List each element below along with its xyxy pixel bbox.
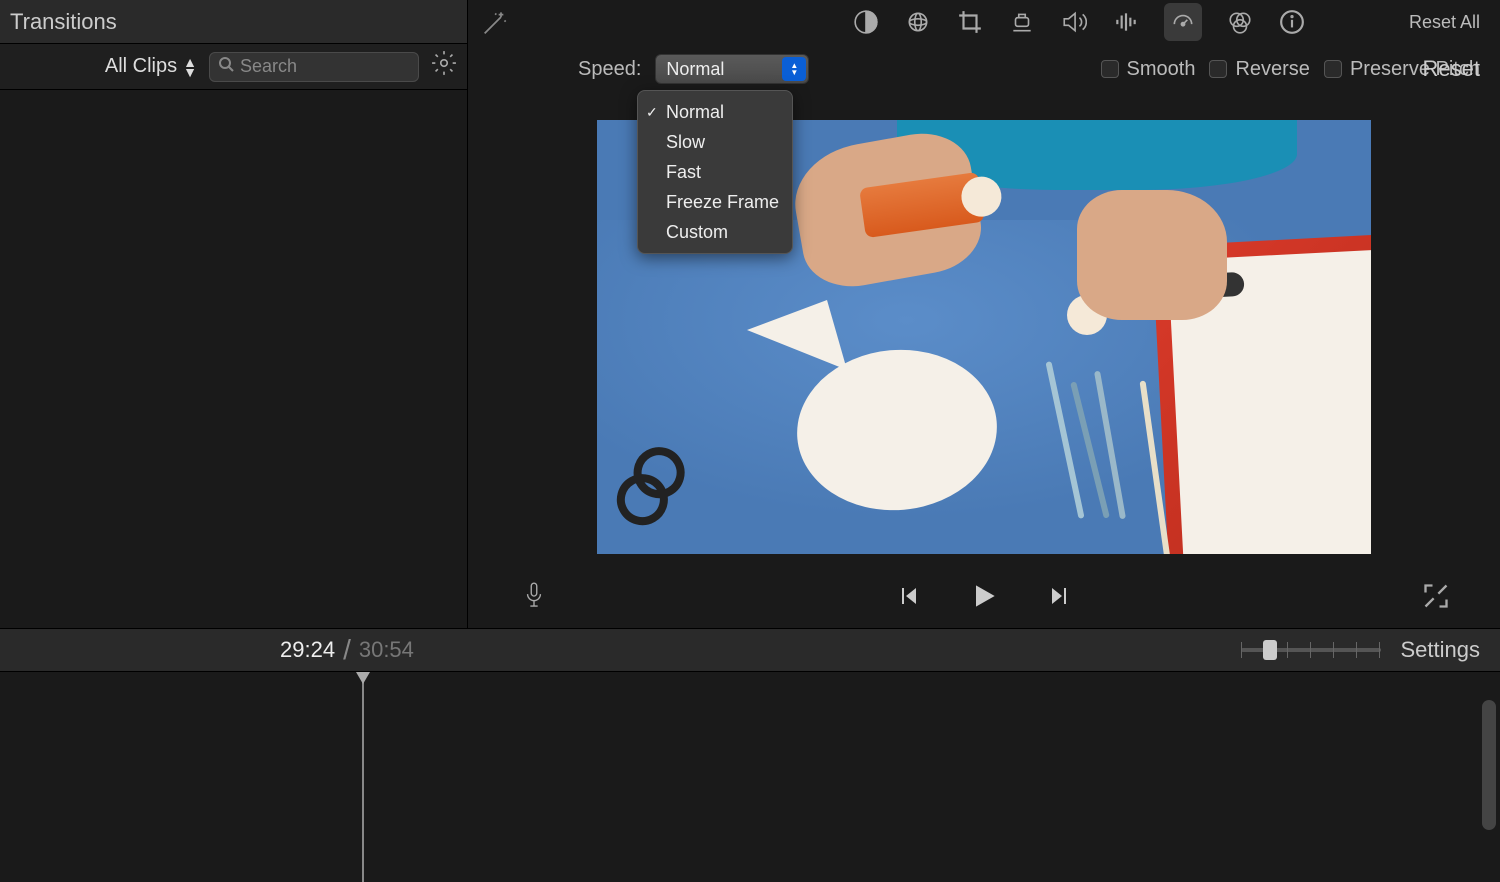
sidebar-header: Transitions	[0, 0, 467, 44]
settings-button[interactable]: Settings	[1401, 637, 1481, 663]
next-icon[interactable]	[1048, 584, 1072, 613]
vertical-scrollbar[interactable]	[1482, 700, 1496, 830]
speed-option-normal[interactable]: ✓ Normal	[638, 97, 792, 127]
speed-select[interactable]: Normal ▲▼	[655, 54, 809, 84]
playhead[interactable]	[362, 672, 364, 882]
speed-option-freeze[interactable]: Freeze Frame	[638, 187, 792, 217]
smooth-checkbox-group[interactable]: Smooth	[1101, 58, 1196, 81]
fullscreen-icon[interactable]	[1422, 582, 1450, 615]
zoom-thumb[interactable]	[1263, 640, 1277, 660]
gear-icon[interactable]	[431, 50, 457, 83]
sidebar-title: Transitions	[10, 9, 457, 35]
search-icon	[218, 56, 234, 77]
clips-filter-dropdown[interactable]: All Clips ▲▼	[105, 55, 197, 78]
speed-icon[interactable]	[1164, 3, 1202, 41]
smooth-label: Smooth	[1127, 58, 1196, 81]
timeline-area[interactable]	[0, 672, 1500, 882]
select-chevrons-icon: ▲▼	[782, 57, 806, 81]
previous-icon[interactable]	[896, 584, 920, 613]
reverse-label: Reverse	[1235, 58, 1309, 81]
speed-option-slow[interactable]: Slow	[638, 127, 792, 157]
zoom-slider[interactable]	[1241, 648, 1381, 652]
clips-filter-label: All Clips	[105, 55, 177, 78]
timeline-header: 29:24 / 30:54 Settings	[0, 628, 1500, 672]
sidebar: Transitions All Clips ▲▼	[0, 0, 468, 628]
microphone-icon[interactable]	[523, 581, 545, 616]
dropdown-chevron-icon: ▲▼	[183, 57, 197, 77]
speed-label: Speed:	[578, 58, 641, 81]
preserve-pitch-checkbox[interactable]	[1324, 60, 1342, 78]
play-icon[interactable]	[968, 580, 1000, 617]
color-correction-icon[interactable]	[904, 8, 932, 36]
playback-controls	[468, 568, 1500, 628]
noise-reduction-icon[interactable]	[1112, 8, 1140, 36]
smooth-checkbox[interactable]	[1101, 60, 1119, 78]
speed-bar: Speed: Normal ▲▼ Smooth Reverse Preserve…	[468, 44, 1500, 94]
sidebar-toolbar: All Clips ▲▼	[0, 44, 467, 90]
adjustments-bar: Reset All	[468, 0, 1500, 44]
time-total: 30:54	[359, 637, 414, 663]
crop-icon[interactable]	[956, 8, 984, 36]
sidebar-content	[0, 90, 467, 628]
reset-all-button[interactable]: Reset All	[1409, 12, 1480, 33]
info-icon[interactable]	[1278, 8, 1306, 36]
speed-dropdown-menu: ✓ Normal Slow Fast Freeze Frame Custom	[637, 90, 793, 254]
reset-button[interactable]: Reset	[1423, 56, 1480, 82]
reverse-checkbox-group[interactable]: Reverse	[1209, 58, 1309, 81]
time-separator: /	[343, 640, 351, 660]
check-icon: ✓	[646, 104, 658, 121]
time-current: 29:24	[280, 637, 335, 663]
main-panel: Reset All Speed: Normal ▲▼ Smooth Revers…	[468, 0, 1500, 628]
speed-option-fast[interactable]: Fast	[638, 157, 792, 187]
speed-option-custom[interactable]: Custom	[638, 217, 792, 247]
search-box[interactable]	[209, 52, 419, 82]
preview-area	[468, 94, 1500, 568]
filters-icon[interactable]	[1226, 8, 1254, 36]
time-display: 29:24 / 30:54	[280, 637, 414, 663]
speed-select-value: Normal	[666, 59, 724, 80]
color-balance-icon[interactable]	[852, 8, 880, 36]
volume-icon[interactable]	[1060, 8, 1088, 36]
reverse-checkbox[interactable]	[1209, 60, 1227, 78]
stabilize-icon[interactable]	[1008, 8, 1036, 36]
